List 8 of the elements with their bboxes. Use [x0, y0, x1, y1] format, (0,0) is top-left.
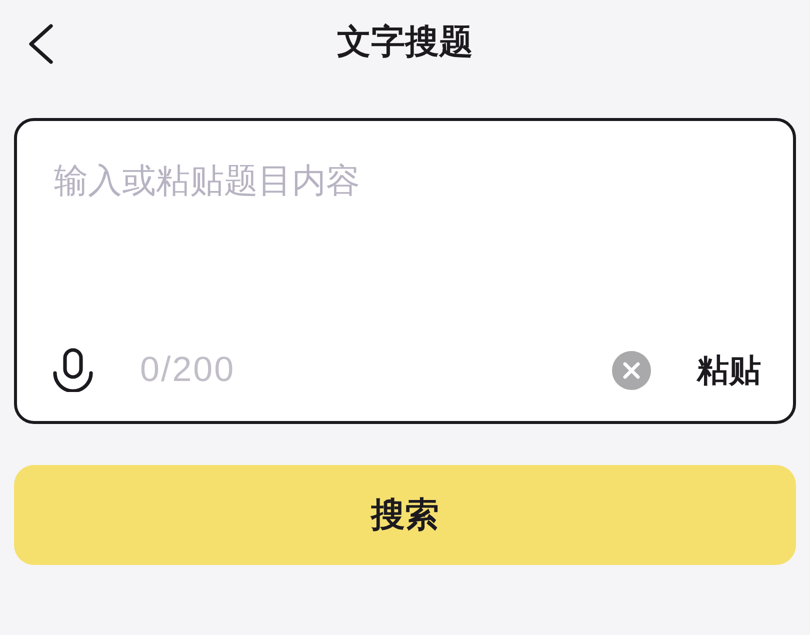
page-title: 文字搜题: [337, 22, 473, 63]
back-icon[interactable]: [26, 24, 56, 64]
question-input[interactable]: 输入或粘贴题目内容: [17, 121, 793, 340]
question-field[interactable]: 输入或粘贴题目内容 0/200 粘贴: [14, 118, 796, 424]
search-button[interactable]: 搜索: [14, 465, 796, 565]
character-counter: 0/200: [140, 349, 236, 391]
paste-button[interactable]: 粘贴: [697, 350, 761, 390]
microphone-icon[interactable]: [52, 348, 94, 392]
